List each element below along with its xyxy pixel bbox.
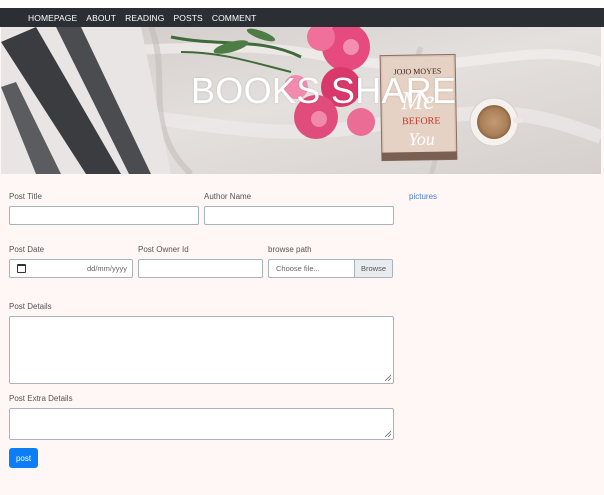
hero-banner: JOJO MOYES Me BEFORE You BOOKS SHARE <box>1 27 601 174</box>
extra-details-textarea[interactable] <box>9 408 394 440</box>
browse-button[interactable]: Browse <box>354 260 392 277</box>
pictures-link[interactable]: pictures <box>409 192 437 201</box>
post-details-textarea[interactable] <box>9 316 394 384</box>
resize-grip-icon[interactable] <box>384 374 391 381</box>
nav-posts[interactable]: POSTS <box>174 13 203 23</box>
nav-reading[interactable]: READING <box>125 13 164 23</box>
nav-comment[interactable]: COMMENT <box>212 13 257 23</box>
date-placeholder: dd/mm/yyyy <box>86 264 127 273</box>
file-input[interactable]: Choose file... Browse <box>268 259 393 278</box>
post-title-input[interactable] <box>9 206 199 225</box>
nav-homepage[interactable]: HOMEPAGE <box>28 13 77 23</box>
book-title-line2: BEFORE <box>402 116 441 128</box>
post-date-input[interactable]: dd/mm/yyyy <box>9 259 133 278</box>
top-strip <box>0 0 604 8</box>
owner-id-label: Post Owner Id <box>138 245 189 254</box>
calendar-icon[interactable] <box>17 264 26 273</box>
top-navbar: HOMEPAGE ABOUT READING POSTS COMMENT <box>0 8 604 27</box>
author-name-label: Author Name <box>204 192 252 201</box>
post-submit-button[interactable]: post <box>9 448 38 468</box>
extra-details-label: Post Extra Details <box>9 394 73 403</box>
owner-id-input[interactable] <box>138 259 263 278</box>
nav-about[interactable]: ABOUT <box>86 13 116 23</box>
resize-grip-icon[interactable] <box>384 430 391 437</box>
author-name-input[interactable] <box>204 206 394 225</box>
post-details-label: Post Details <box>9 302 52 311</box>
hero-title: BOOKS SHARE <box>191 70 457 111</box>
file-input-placeholder: Choose file... <box>276 264 320 273</box>
post-title-label: Post Title <box>9 192 42 201</box>
post-date-label: Post Date <box>9 245 45 254</box>
browse-path-label: browse path <box>268 245 312 254</box>
book-title-line3: You <box>408 129 435 149</box>
